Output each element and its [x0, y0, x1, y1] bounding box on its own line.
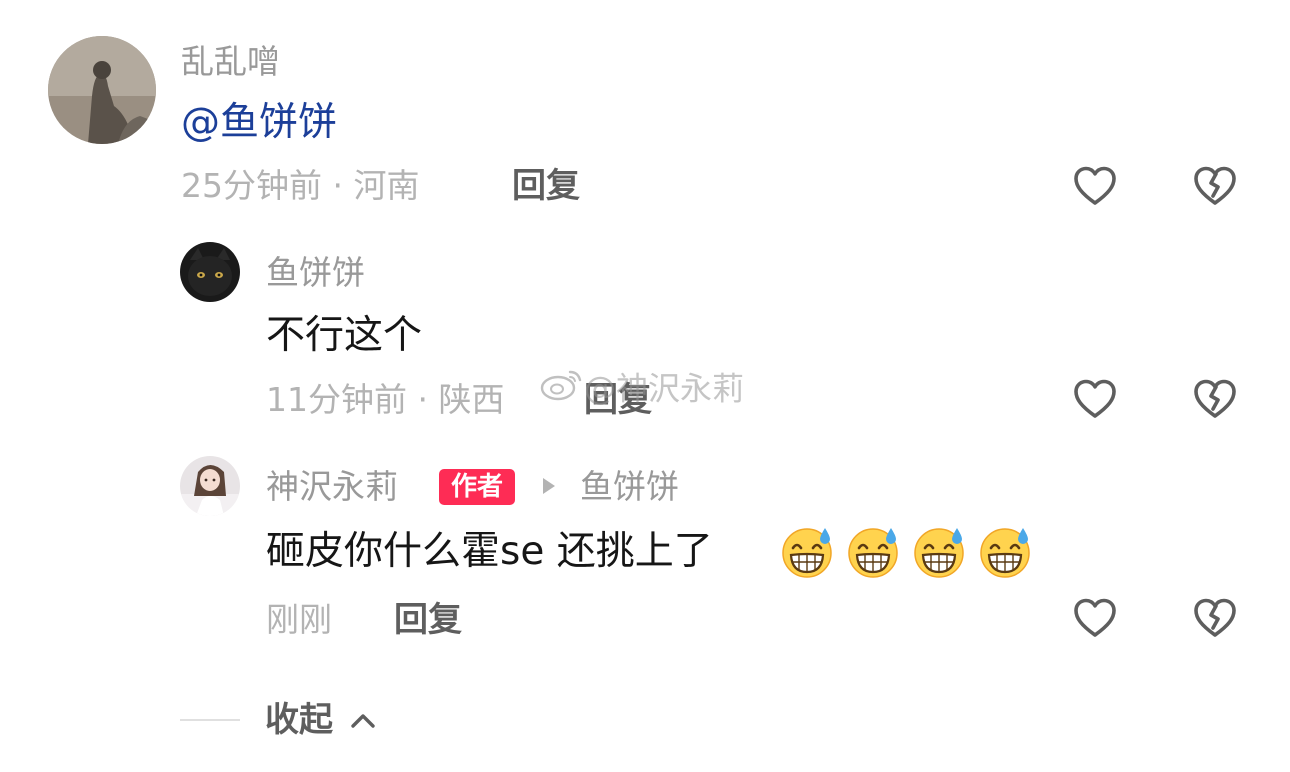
reply-button[interactable]: 回复 [512, 166, 580, 206]
avatar-reply-1[interactable] [180, 242, 240, 302]
reply-content: 不行这个 [266, 313, 423, 358]
heart-outline-icon [1074, 166, 1116, 205]
comment-mention[interactable]: @鱼饼饼 [181, 99, 337, 147]
avatar-image [48, 36, 156, 144]
like-button[interactable] [1071, 162, 1119, 210]
author-badge: 作者 [439, 469, 516, 505]
heart-outline-icon [1074, 598, 1116, 637]
avatar-image [180, 456, 240, 516]
heart-outline-icon [1074, 379, 1116, 418]
comment-time-location: 25分钟前 · 河南 [181, 166, 420, 205]
broken-heart-outline-icon [1194, 598, 1236, 637]
watermark-text: @神沢永莉 [584, 369, 745, 408]
like-button[interactable] [1071, 594, 1119, 642]
dislike-button[interactable] [1191, 594, 1239, 642]
collapse-button[interactable]: 收起 [265, 700, 377, 742]
reply-time-location: 刚刚 [266, 600, 332, 639]
reply-content: 砸皮你什么霍se 还挑上了 [266, 529, 713, 574]
grinning-sweat-emoji [780, 524, 836, 580]
reply-username[interactable]: 鱼饼饼 [266, 253, 365, 293]
dislike-button[interactable] [1191, 162, 1239, 210]
reply-to-username[interactable]: 鱼饼饼 [580, 467, 679, 507]
collapse-label: 收起 [265, 700, 333, 740]
like-button[interactable] [1071, 375, 1119, 423]
reply-button[interactable]: 回复 [394, 600, 462, 640]
avatar-main[interactable] [48, 36, 156, 144]
collapse-divider [180, 719, 240, 721]
broken-heart-outline-icon [1194, 166, 1236, 205]
comment-username[interactable]: 乱乱噌 [181, 42, 280, 82]
weibo-logo-icon [540, 366, 584, 411]
grinning-sweat-emoji [978, 524, 1034, 580]
grinning-sweat-emoji [846, 524, 902, 580]
grinning-sweat-emoji [912, 524, 968, 580]
watermark: @神沢永莉 [540, 366, 744, 411]
avatar-reply-2[interactable] [180, 456, 240, 516]
triangle-right-icon [541, 476, 557, 496]
broken-heart-outline-icon [1194, 379, 1236, 418]
reply-time-location: 11分钟前 · 陕西 [266, 380, 505, 419]
chevron-up-icon [349, 702, 377, 742]
reply-username[interactable]: 神沢永莉 [266, 467, 398, 507]
avatar-image [180, 242, 240, 302]
dislike-button[interactable] [1191, 375, 1239, 423]
